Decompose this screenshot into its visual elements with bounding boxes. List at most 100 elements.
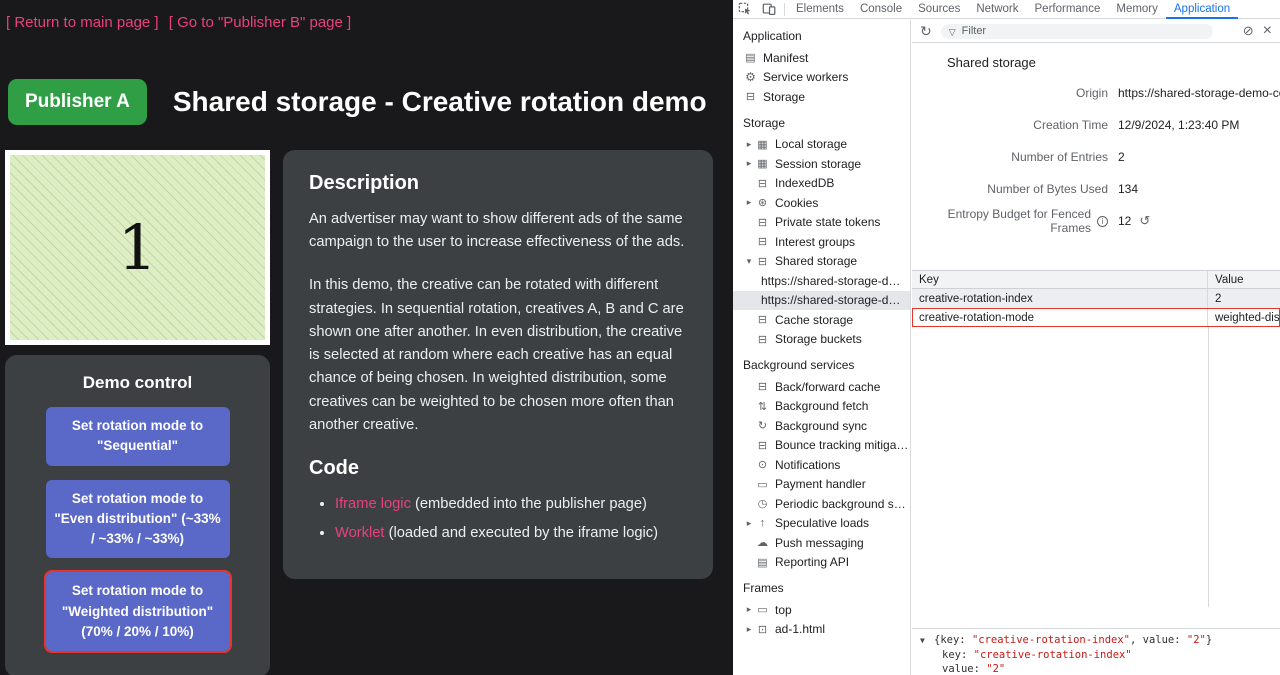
item-label: Push messaging	[775, 536, 864, 550]
rotation-sequential-button[interactable]: Set rotation mode to "Sequential"	[46, 407, 230, 466]
chevron-right-icon[interactable]	[743, 604, 755, 615]
tab-memory[interactable]: Memory	[1108, 0, 1166, 19]
chevron-down-icon[interactable]	[743, 256, 755, 267]
item-label: Interest groups	[775, 235, 855, 249]
code-heading: Code	[309, 457, 687, 480]
tab-performance[interactable]: Performance	[1027, 0, 1109, 19]
frame-document-icon	[755, 623, 770, 636]
sidebar-item-manifest[interactable]: Manifest	[733, 48, 910, 68]
metadata-row-entries: Number of Entries 2	[912, 141, 1280, 173]
application-sidebar: Application Manifest Service workers Sto…	[733, 20, 911, 675]
preview-text: }	[1206, 634, 1212, 646]
sidebar-item-interest-groups[interactable]: Interest groups	[733, 232, 910, 252]
storage-icon	[743, 90, 758, 103]
tab-sources[interactable]: Sources	[910, 0, 968, 19]
preview-text: , value:	[1130, 634, 1187, 646]
sidebar-item-storage[interactable]: Storage	[733, 87, 910, 107]
sidebar-item-shared-storage[interactable]: Shared storage	[733, 252, 910, 272]
sidebar-section-application: Application Manifest Service workers Sto…	[733, 20, 910, 107]
divider	[784, 3, 785, 16]
demo-control-panel: Demo control Set rotation mode to "Seque…	[5, 355, 270, 675]
chevron-right-icon[interactable]	[743, 197, 755, 208]
sync-icon	[755, 419, 770, 432]
sidebar-item-service-workers[interactable]: Service workers	[733, 68, 910, 88]
sidebar-item-reporting-api[interactable]: Reporting API	[733, 553, 910, 573]
tab-elements[interactable]: Elements	[788, 0, 852, 19]
preview-object-line: {key: "creative-rotation-index", value: …	[920, 633, 1280, 648]
device-toolbar-icon[interactable]	[757, 0, 781, 18]
column-divider	[1208, 327, 1209, 607]
shared-storage-origin-item-selected[interactable]: https://shared-storage-d…	[733, 291, 910, 311]
sidebar-item-periodic-background-sync[interactable]: Periodic background s…	[733, 494, 910, 514]
property-name: key:	[942, 649, 967, 661]
chevron-right-icon[interactable]	[743, 518, 755, 529]
preview-text: {key:	[934, 634, 972, 646]
section-title: Storage	[733, 107, 910, 135]
clear-icon[interactable]	[1243, 23, 1254, 39]
iframe-logic-link[interactable]: Iframe logic	[335, 496, 411, 512]
chevron-right-icon[interactable]	[743, 139, 755, 150]
close-icon[interactable]	[1263, 22, 1272, 40]
item-label: Periodic background s…	[775, 497, 906, 511]
sidebar-item-session-storage[interactable]: Session storage	[733, 154, 910, 174]
tab-network[interactable]: Network	[968, 0, 1026, 19]
item-label: Back/forward cache	[775, 380, 880, 394]
return-main-link[interactable]: [ Return to main page ]	[6, 14, 159, 31]
item-label: https://shared-storage-d…	[761, 293, 900, 307]
sidebar-item-indexeddb[interactable]: IndexedDB	[733, 174, 910, 194]
database-icon	[755, 333, 770, 346]
sidebar-item-storage-buckets[interactable]: Storage buckets	[733, 330, 910, 350]
database-icon	[755, 313, 770, 326]
sidebar-item-speculative-loads[interactable]: Speculative loads	[733, 514, 910, 534]
sidebar-item-bounce-tracking[interactable]: Bounce tracking mitiga…	[733, 436, 910, 456]
chevron-right-icon[interactable]	[743, 624, 755, 635]
cell-key: creative-rotation-index	[912, 289, 1208, 308]
triangle-down-icon[interactable]	[920, 633, 934, 648]
description-paragraph: An advertiser may want to show different…	[309, 208, 687, 254]
column-header-value[interactable]: Value	[1208, 271, 1280, 288]
shared-storage-origin-item[interactable]: https://shared-storage-d…	[733, 271, 910, 291]
chevron-right-icon[interactable]	[743, 158, 755, 169]
metadata-value: https://shared-storage-demo-co	[1118, 86, 1280, 100]
worklet-link[interactable]: Worklet	[335, 525, 385, 541]
metadata-row-entropy-budget: Entropy Budget for Fenced Frames 12	[912, 205, 1280, 237]
reset-budget-icon[interactable]	[1139, 213, 1150, 229]
info-icon[interactable]	[1097, 216, 1108, 227]
rotation-weighted-button[interactable]: Set rotation mode to "Weighted distribut…	[46, 572, 230, 651]
sidebar-item-private-state-tokens[interactable]: Private state tokens	[733, 213, 910, 233]
database-icon	[755, 177, 770, 190]
refresh-icon[interactable]	[920, 23, 932, 40]
sidebar-item-frame-top[interactable]: top	[733, 600, 910, 620]
sidebar-item-frame-ad1[interactable]: ad-1.html	[733, 620, 910, 640]
sidebar-item-push-messaging[interactable]: Push messaging	[733, 533, 910, 553]
tab-console[interactable]: Console	[852, 0, 910, 19]
tab-application[interactable]: Application	[1166, 0, 1238, 19]
publisher-b-link[interactable]: [ Go to "Publisher B" page ]	[169, 14, 351, 31]
shared-storage-table: Key Value creative-rotation-index 2 crea…	[912, 270, 1280, 607]
sidebar-section-storage: Storage Local storage Session storage In…	[733, 107, 910, 350]
sidebar-item-notifications[interactable]: Notifications	[733, 455, 910, 475]
sidebar-item-background-sync[interactable]: Background sync	[733, 416, 910, 436]
sidebar-item-payment-handler[interactable]: Payment handler	[733, 475, 910, 495]
inspect-icon[interactable]	[733, 0, 757, 18]
cell-value: 2	[1208, 289, 1280, 308]
metadata-value: 12	[1118, 214, 1131, 228]
property-name: value:	[942, 663, 980, 675]
sidebar-item-local-storage[interactable]: Local storage	[733, 135, 910, 155]
sidebar-item-cookies[interactable]: Cookies	[733, 193, 910, 213]
filter-input[interactable]	[962, 25, 1205, 37]
section-title: Application	[733, 20, 910, 48]
sidebar-item-background-fetch[interactable]: Background fetch	[733, 397, 910, 417]
filter-box[interactable]	[941, 24, 1213, 39]
report-icon	[755, 556, 770, 569]
column-header-key[interactable]: Key	[912, 271, 1208, 288]
rotation-even-button[interactable]: Set rotation mode to "Even distribution"…	[46, 480, 230, 559]
gear-icon	[743, 70, 758, 84]
sidebar-item-back-forward-cache[interactable]: Back/forward cache	[733, 377, 910, 397]
sidebar-item-cache-storage[interactable]: Cache storage	[733, 310, 910, 330]
table-row[interactable]: creative-rotation-index 2	[912, 289, 1280, 308]
creative-number: 1	[118, 211, 157, 284]
metadata-row-origin: Origin https://shared-storage-demo-co	[912, 77, 1280, 109]
table-row-highlighted[interactable]: creative-rotation-mode weighted-dist	[912, 308, 1280, 327]
payment-card-icon	[755, 478, 770, 491]
